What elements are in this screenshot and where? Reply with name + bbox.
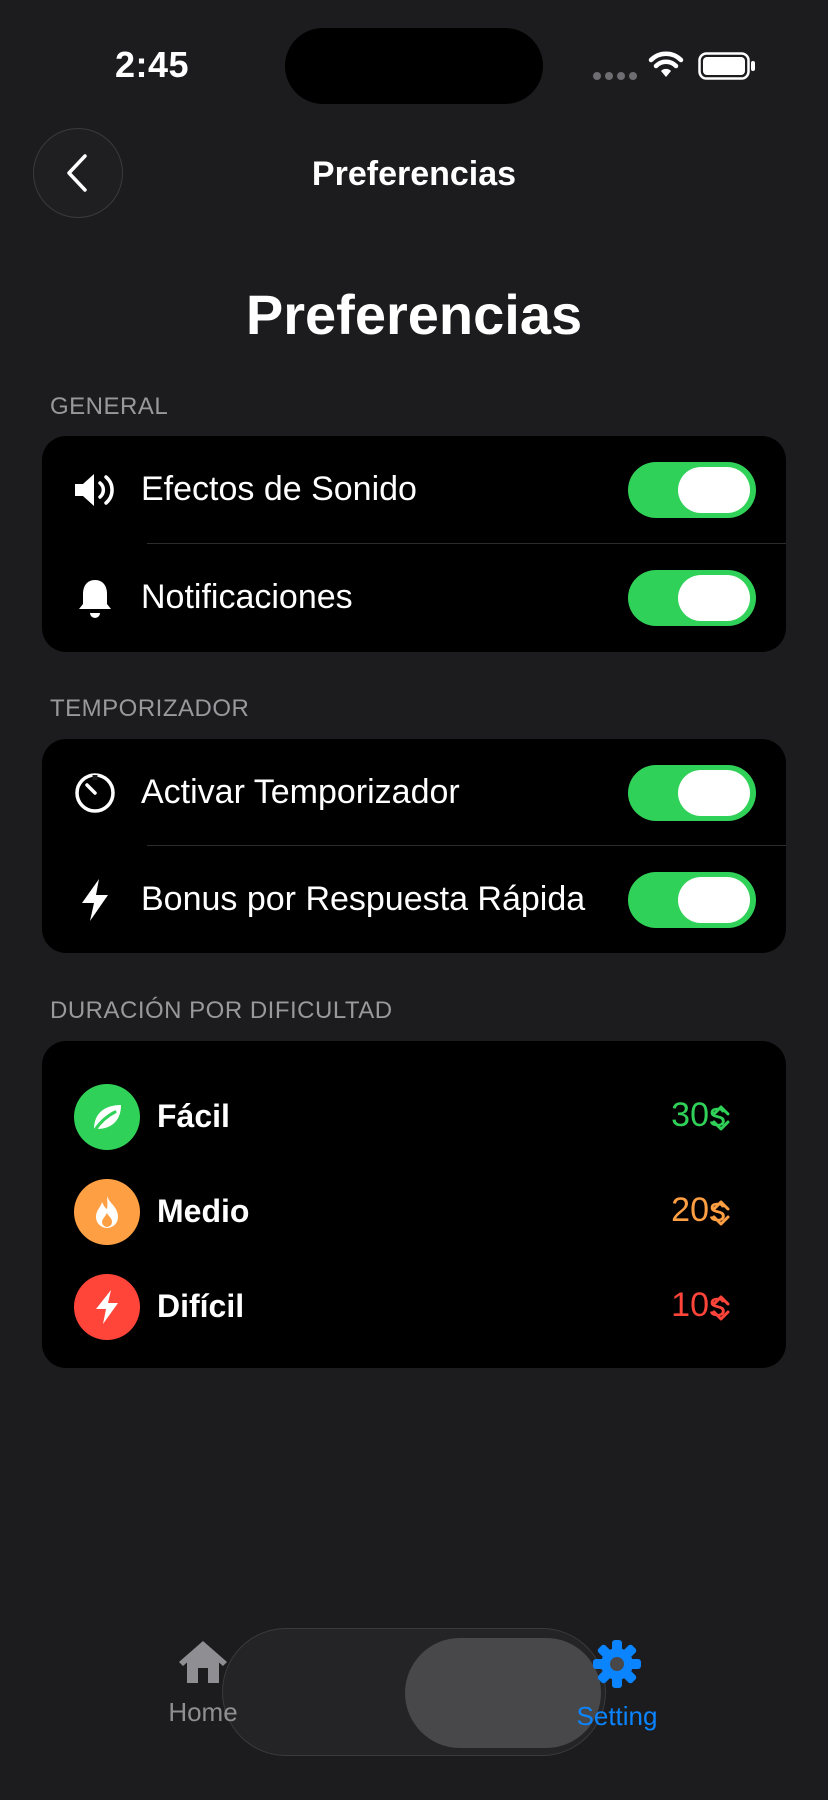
tab-setting[interactable]: Setting [562,1638,672,1732]
chevron-up-down-icon[interactable] [710,1102,732,1134]
row-quick-answer-bonus: Bonus por Respuesta Rápida [42,846,786,953]
general-card: Efectos de Sonido Notificaciones [42,436,786,652]
tab-setting-label: Setting [576,1701,658,1731]
flame-icon [74,1179,140,1245]
leaf-icon [74,1084,140,1150]
difficulty-row-hard: Difícil 10s [42,1266,786,1346]
sound-effects-toggle[interactable] [628,461,756,518]
difficulty-label: Medio [157,1193,250,1229]
page-title: Preferencias [245,283,583,346]
row-activate-timer: Activar Temporizador [42,739,786,846]
tab-home[interactable]: Home [148,1638,258,1728]
section-header-general: GENERAL [50,393,169,420]
activate-timer-toggle[interactable] [628,764,756,821]
row-label: Notificaciones [141,578,353,616]
bell-icon [72,575,118,621]
house-icon [179,1641,227,1683]
section-header-timer: TEMPORIZADOR [50,695,250,722]
tab-home-label: Home [168,1697,238,1727]
battery-icon [698,52,756,85]
section-header-difficulty: DURACIÓN POR DIFICULTAD [50,997,393,1024]
chevron-up-down-icon[interactable] [710,1292,732,1324]
gear-icon [593,1640,641,1688]
row-notifications: Notificaciones [42,544,786,651]
difficulty-row-medium: Medio 20s [42,1171,786,1251]
cellular-signal-icon [593,72,637,80]
difficulty-label: Difícil [157,1288,245,1324]
row-sound-effects: Efectos de Sonido [42,436,786,543]
status-time: 2:45 [115,44,190,85]
row-label: Efectos de Sonido [141,470,417,508]
difficulty-label: Fácil [157,1098,230,1134]
row-label: Activar Temporizador [141,773,460,811]
quick-answer-bonus-toggle[interactable] [628,871,756,928]
difficulty-row-easy: Fácil 30s [42,1076,786,1156]
nav-title: Preferencias [311,155,517,193]
speaker-icon [72,467,118,513]
bolt-icon [74,1274,140,1340]
difficulty-card: Fácil 30s Medio 20s Difícil 10s [42,1041,786,1368]
bolt-icon [72,877,118,923]
row-label: Bonus por Respuesta Rápida [141,880,586,918]
timer-card: Activar Temporizador Bonus por Respuesta… [42,739,786,953]
notifications-toggle[interactable] [628,569,756,626]
chevron-up-down-icon[interactable] [710,1197,732,1229]
dynamic-island [285,28,543,104]
wifi-icon [648,50,684,85]
timer-icon [72,770,118,816]
